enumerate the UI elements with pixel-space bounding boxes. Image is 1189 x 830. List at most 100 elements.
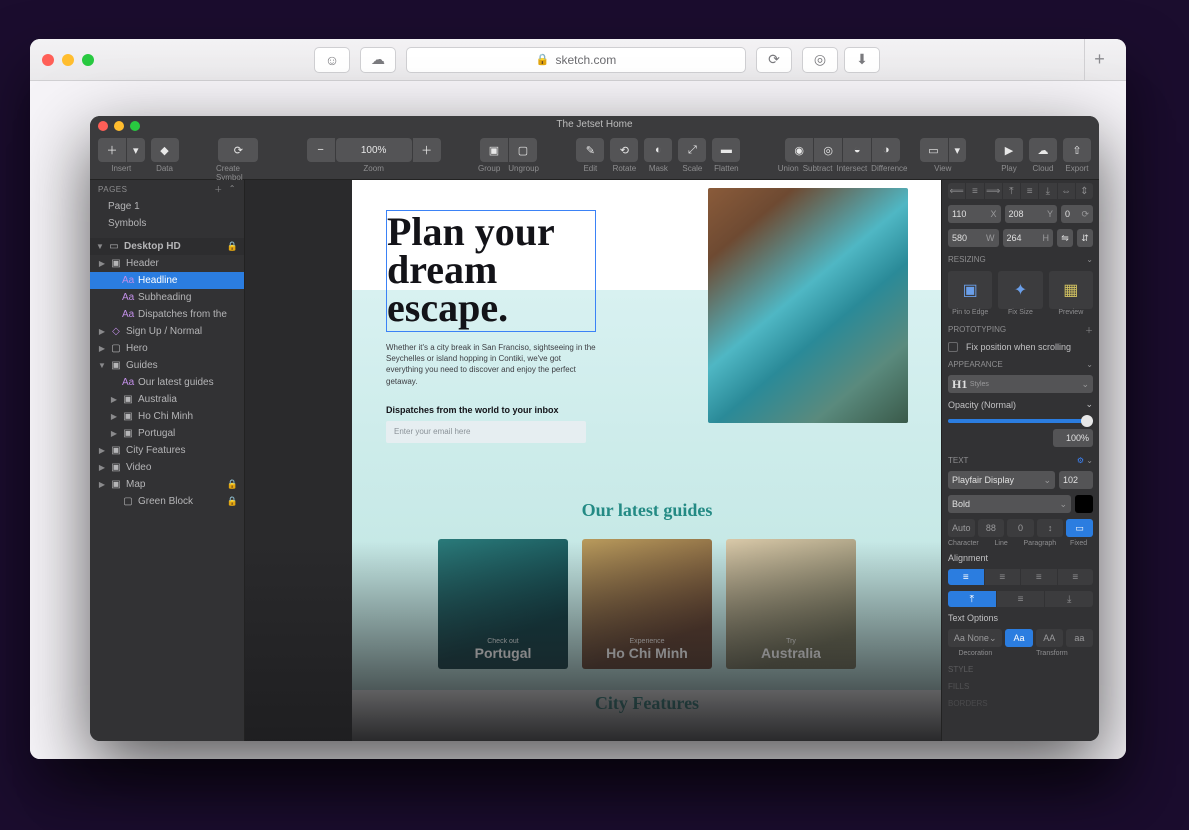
play-button[interactable]: ▶ xyxy=(995,138,1023,162)
mask-button[interactable]: ◐ xyxy=(644,138,672,162)
collapse-pages-button[interactable]: ⌃ xyxy=(229,184,236,195)
disclosure-icon[interactable]: ▶ xyxy=(110,412,118,421)
safari-zoom-button[interactable] xyxy=(82,54,94,66)
disclosure-icon[interactable]: ▶ xyxy=(110,395,118,404)
layer-row[interactable]: ▶▣City Features xyxy=(90,442,244,459)
text-color-swatch[interactable] xyxy=(1075,495,1093,513)
layer-row[interactable]: ▶▣Ho Chi Minh xyxy=(90,408,244,425)
text-sizing-auto[interactable]: ↕ xyxy=(1037,519,1064,537)
disclosure-icon[interactable]: ▶ xyxy=(98,259,106,268)
distribute-h-button[interactable]: ⇔ xyxy=(1058,183,1075,199)
icloud-tabs-button[interactable]: ☁ xyxy=(360,47,396,73)
scale-button[interactable]: ⤢ xyxy=(678,138,706,162)
line-height-field[interactable]: 88 xyxy=(978,519,1005,537)
chevron-down-icon[interactable]: ⌄ xyxy=(1086,456,1093,465)
guide-card-portugal[interactable]: Check outPortugal xyxy=(438,539,568,669)
layer-row[interactable]: ▼▣Guides xyxy=(90,357,244,374)
disclosure-icon[interactable]: ▼ xyxy=(96,242,104,251)
sketch-minimize-button[interactable] xyxy=(114,121,124,131)
data-button[interactable]: ◆ xyxy=(151,138,179,162)
disclosure-icon[interactable]: ▼ xyxy=(98,361,106,370)
sketch-close-button[interactable] xyxy=(98,121,108,131)
layer-row[interactable]: AaHeadline xyxy=(90,272,244,289)
chevron-down-icon[interactable]: ⌄ xyxy=(1086,360,1093,369)
text-align-right[interactable]: ≡ xyxy=(1021,569,1057,585)
rotate-button[interactable]: ⟲ xyxy=(610,138,638,162)
align-center-h-button[interactable]: ≡ xyxy=(966,183,983,199)
address-bar[interactable]: 🔒 sketch.com xyxy=(406,47,746,73)
add-prototype-button[interactable]: ＋ xyxy=(1085,325,1093,336)
align-middle-button[interactable]: ≡ xyxy=(1021,183,1038,199)
flip-h-button[interactable]: ⇋ xyxy=(1057,229,1073,247)
layer-row[interactable]: AaSubheading xyxy=(90,289,244,306)
layer-row[interactable]: ▶◇Sign Up / Normal xyxy=(90,323,244,340)
align-right-button[interactable]: ⟹ xyxy=(985,183,1002,199)
add-page-button[interactable]: ＋ xyxy=(214,184,223,195)
text-align-left[interactable]: ≡ xyxy=(948,569,984,585)
view-button[interactable]: ▭ xyxy=(920,138,948,162)
pin-to-edge-control[interactable]: ▣ xyxy=(948,271,992,309)
char-spacing-auto[interactable]: Auto xyxy=(948,519,975,537)
paragraph-spacing-field[interactable]: 0 xyxy=(1007,519,1034,537)
w-field[interactable]: 580W xyxy=(948,229,999,247)
insert-button[interactable]: ＋ xyxy=(98,138,126,162)
font-family-field[interactable]: Playfair Display⌄ xyxy=(948,471,1055,489)
layer-row[interactable]: ▶▣Header xyxy=(90,255,244,272)
layer-row[interactable]: ▶▣Video xyxy=(90,459,244,476)
font-size-field[interactable]: 102 xyxy=(1059,471,1093,489)
reload-button[interactable]: ⟳ xyxy=(756,47,792,73)
align-bottom-button[interactable]: ⤓ xyxy=(1039,183,1056,199)
difference-button[interactable]: ◑ xyxy=(872,138,900,162)
fix-position-row[interactable]: Fix position when scrolling xyxy=(942,339,1099,355)
safari-minimize-button[interactable] xyxy=(62,54,74,66)
text-valign-middle[interactable]: ≡ xyxy=(997,591,1045,607)
flatten-button[interactable]: ▬ xyxy=(712,138,740,162)
flip-v-button[interactable]: ⇵ xyxy=(1077,229,1093,247)
layer-row[interactable]: ▢Green Block🔒 xyxy=(90,493,244,510)
disclosure-icon[interactable]: ▶ xyxy=(98,480,106,489)
transform-upper[interactable]: AA xyxy=(1036,629,1063,647)
text-valign-top[interactable]: ⤒ xyxy=(948,591,996,607)
layer-row[interactable]: ▶▣Map🔒 xyxy=(90,476,244,493)
text-align-justify[interactable]: ≡ xyxy=(1058,569,1094,585)
align-top-button[interactable]: ⤒ xyxy=(1003,183,1020,199)
layer-row[interactable]: ▶▣Portugal xyxy=(90,425,244,442)
disclosure-icon[interactable]: ▶ xyxy=(98,463,106,472)
extension-button-1[interactable]: ◎ xyxy=(802,47,838,73)
downloads-button[interactable]: ⬇ xyxy=(844,47,880,73)
text-align-center[interactable]: ≡ xyxy=(985,569,1021,585)
insert-dropdown[interactable]: ▾ xyxy=(127,138,145,162)
rotation-field[interactable]: 0⟳ xyxy=(1061,205,1093,223)
layer-row[interactable]: ▶▣Australia xyxy=(90,391,244,408)
export-button[interactable]: ⇧ xyxy=(1063,138,1091,162)
hero-image[interactable] xyxy=(708,188,908,423)
disclosure-icon[interactable]: ▶ xyxy=(110,429,118,438)
text-sizing-fixed[interactable]: ▭ xyxy=(1066,519,1093,537)
disclosure-icon[interactable]: ▶ xyxy=(98,344,106,353)
sketch-zoom-button[interactable] xyxy=(130,121,140,131)
distribute-v-button[interactable]: ⇕ xyxy=(1076,183,1093,199)
union-button[interactable]: ◉ xyxy=(785,138,813,162)
y-field[interactable]: 208Y xyxy=(1005,205,1058,223)
layer-row[interactable]: AaDispatches from the xyxy=(90,306,244,323)
group-button[interactable]: ▣ xyxy=(480,138,508,162)
disclosure-icon[interactable]: ▶ xyxy=(98,327,106,336)
artboard-desktop-hd[interactable]: Plan your dream escape. Whether it's a c… xyxy=(352,180,941,741)
layer-row[interactable]: AaOur latest guides xyxy=(90,374,244,391)
x-field[interactable]: 110X xyxy=(948,205,1001,223)
text-settings-button[interactable]: ⚙ xyxy=(1077,456,1084,465)
email-input[interactable]: Enter your email here xyxy=(386,421,586,443)
artboard-row[interactable]: ▼ ▭ Desktop HD 🔒 xyxy=(90,238,244,255)
create-symbol-button[interactable]: ⟳ xyxy=(218,138,258,162)
safari-close-button[interactable] xyxy=(42,54,54,66)
cloud-button[interactable]: ☁ xyxy=(1029,138,1057,162)
guide-card-australia[interactable]: TryAustralia xyxy=(726,539,856,669)
intersect-button[interactable]: ◒ xyxy=(843,138,871,162)
disclosure-icon[interactable]: ▶ xyxy=(98,446,106,455)
chevron-down-icon[interactable]: ⌄ xyxy=(1086,255,1093,264)
headline-selection[interactable]: Plan your dream escape. xyxy=(386,210,596,332)
page-item[interactable]: Page 1 xyxy=(90,198,244,215)
align-left-button[interactable]: ⟸ xyxy=(948,183,965,199)
font-weight-field[interactable]: Bold⌄ xyxy=(948,495,1071,513)
page-item[interactable]: Symbols xyxy=(90,215,244,232)
